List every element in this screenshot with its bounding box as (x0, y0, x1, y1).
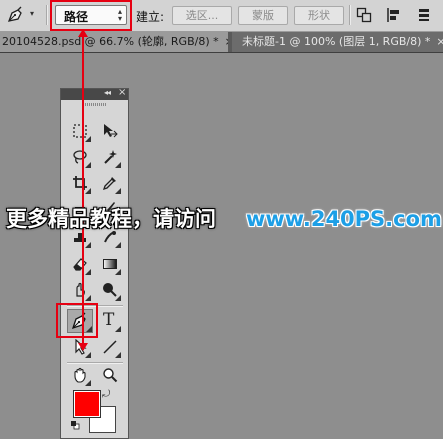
flyout-indicator (85, 188, 91, 194)
path-alignment-button[interactable] (386, 7, 402, 23)
default-colors-icon[interactable] (70, 420, 80, 430)
watermark-banner: 更多精品教程，请访问 www.240PS.com (0, 201, 443, 237)
chevron-down-icon: ▾ (30, 9, 35, 18)
tab-document-2[interactable]: 未标题-1 @ 100% (图层 1, RGB/8) * × (232, 32, 443, 52)
swap-colors-icon[interactable]: ⤾ (102, 389, 110, 400)
divider (349, 5, 351, 25)
blur-tool-button[interactable] (69, 279, 91, 301)
foreground-color-swatch[interactable] (74, 391, 100, 417)
pen-tool-highlight (56, 303, 98, 338)
pen-tool-icon (7, 6, 22, 22)
gradient-tool-button[interactable] (99, 253, 121, 275)
path-operations-icon (356, 7, 372, 23)
flyout-indicator (85, 136, 91, 142)
close-icon[interactable]: × (118, 87, 126, 98)
close-icon[interactable]: × (436, 35, 443, 48)
move-icon (104, 124, 118, 138)
align-left-icon (387, 8, 399, 22)
hand-tool-button[interactable] (69, 364, 91, 386)
crop-tool-button[interactable] (69, 172, 91, 194)
close-icon[interactable]: × (225, 35, 228, 48)
zoom-tool-button[interactable] (99, 364, 121, 386)
divider (46, 5, 48, 25)
tab-label: 未标题-1 @ 100% (图层 1, RGB/8) * (242, 35, 431, 48)
flyout-indicator (115, 269, 121, 275)
eyedropper-tool-button[interactable] (99, 172, 121, 194)
marquee-tool-button[interactable] (69, 120, 91, 142)
pen-mode-highlight (50, 0, 132, 31)
path-operations-button[interactable] (356, 7, 372, 23)
line-tool-button[interactable] (99, 336, 121, 358)
flyout-indicator (85, 380, 91, 386)
flyout-indicator (85, 162, 91, 168)
tool-preset-picker[interactable]: ▾ (6, 6, 40, 24)
flyout-indicator (85, 242, 91, 248)
tools-panel: ◂◂ × T ⤾ (60, 87, 129, 439)
tab-document-1[interactable]: 20104528.psd @ 66.7% (轮廓, RGB/8) * × (0, 32, 228, 52)
watermark-text: 更多精品教程，请访问 (6, 207, 216, 231)
path-arrangement-button[interactable] (416, 7, 432, 23)
arrange-icon (419, 9, 429, 21)
flyout-indicator (115, 188, 121, 194)
flyout-indicator (115, 326, 121, 332)
flyout-indicator (85, 295, 91, 301)
type-tool-button[interactable]: T (99, 310, 121, 332)
flyout-indicator (85, 352, 91, 358)
tools-panel-header[interactable]: ◂◂ × (61, 87, 128, 100)
make-shape-button[interactable]: 形状 (294, 6, 344, 25)
watermark-url: www.240PS.com (246, 207, 442, 231)
make-mask-button[interactable]: 蒙版 (238, 6, 288, 25)
document-tab-bar: 20104528.psd @ 66.7% (轮廓, RGB/8) * × 未标题-… (0, 32, 443, 53)
drag-handle[interactable] (83, 103, 107, 106)
build-label: 建立: (136, 10, 165, 24)
annotation-arrow (82, 35, 84, 350)
arrow-head-down-icon (78, 343, 88, 351)
flyout-indicator (115, 352, 121, 358)
flyout-indicator (115, 162, 121, 168)
flyout-indicator (115, 242, 121, 248)
text-tool-icon: T (103, 310, 115, 330)
collapse-icon[interactable]: ◂◂ (104, 88, 111, 97)
magic-wand-tool-button[interactable] (99, 146, 121, 168)
flyout-indicator (115, 295, 121, 301)
flyout-indicator (85, 269, 91, 275)
make-selection-button[interactable]: 选区... (172, 6, 232, 25)
dodge-tool-button[interactable] (99, 279, 121, 301)
arrow-head-up-icon (78, 29, 88, 37)
zoom-icon (103, 368, 118, 383)
eraser-tool-button[interactable] (69, 253, 91, 275)
move-tool-button[interactable] (99, 120, 121, 142)
tab-label: 20104528.psd @ 66.7% (轮廓, RGB/8) * (2, 35, 219, 48)
lasso-tool-button[interactable] (69, 146, 91, 168)
